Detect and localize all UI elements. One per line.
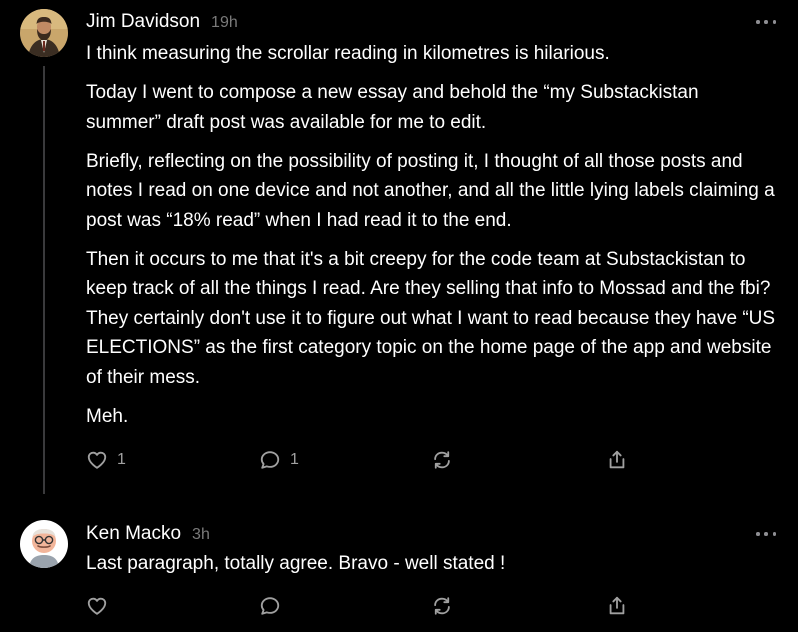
restack-button[interactable]: [431, 593, 453, 619]
comment-body: I think measuring the scrollar reading i…: [86, 39, 776, 441]
share-icon: [609, 450, 625, 469]
comment-paragraph: Today I went to compose a new essay and …: [86, 82, 699, 133]
comment-bubble-icon: [260, 597, 280, 615]
comment-paragraph: I think measuring the scrollar reading i…: [86, 43, 610, 64]
heart-icon: [87, 597, 107, 615]
heart-icon: [87, 451, 107, 469]
restack-icon: [434, 451, 450, 469]
comment-paragraph: Last paragraph, totally agree. Bravo - w…: [86, 553, 506, 574]
comment-header: Ken Macko 3h: [86, 523, 210, 545]
like-count: 1: [117, 451, 126, 468]
restack-button[interactable]: [431, 447, 453, 473]
timestamp[interactable]: 19h: [211, 14, 238, 32]
reply-count: 1: [290, 451, 299, 468]
share-button[interactable]: [606, 447, 628, 473]
reply-button[interactable]: [259, 593, 281, 619]
comment: Ken Macko 3h Last paragraph, totally agr…: [0, 510, 798, 632]
comment-header: Jim Davidson 19h: [86, 11, 238, 33]
comment-paragraph: Meh.: [86, 405, 129, 427]
like-button[interactable]: [86, 593, 108, 619]
like-button[interactable]: 1: [86, 447, 126, 473]
comment-actions: [86, 593, 646, 619]
author-name[interactable]: Ken Macko: [86, 523, 181, 545]
more-options-icon[interactable]: [756, 530, 776, 538]
author-name[interactable]: Jim Davidson: [86, 11, 200, 33]
comment-body: Last paragraph, totally agree. Bravo - w…: [86, 549, 776, 588]
share-button[interactable]: [606, 593, 628, 619]
share-icon: [609, 596, 625, 615]
comment: Jim Davidson 19h I think measuring the s…: [0, 0, 798, 500]
avatar[interactable]: [20, 9, 68, 57]
comment-paragraph: Briefly, reflecting on the possibility o…: [86, 150, 775, 231]
timestamp[interactable]: 3h: [192, 526, 210, 544]
thread-line: [43, 66, 45, 494]
comment-paragraph: Then it occurs to me that it's a bit cre…: [86, 248, 776, 388]
avatar-cartoon-icon: [20, 520, 68, 568]
more-options-icon[interactable]: [756, 18, 776, 26]
avatar[interactable]: [20, 520, 68, 568]
comment-bubble-icon: [260, 451, 280, 469]
restack-icon: [434, 597, 450, 615]
comment-actions: 1 1: [86, 447, 646, 473]
reply-button[interactable]: 1: [259, 447, 299, 473]
avatar-portrait-icon: [20, 9, 68, 57]
